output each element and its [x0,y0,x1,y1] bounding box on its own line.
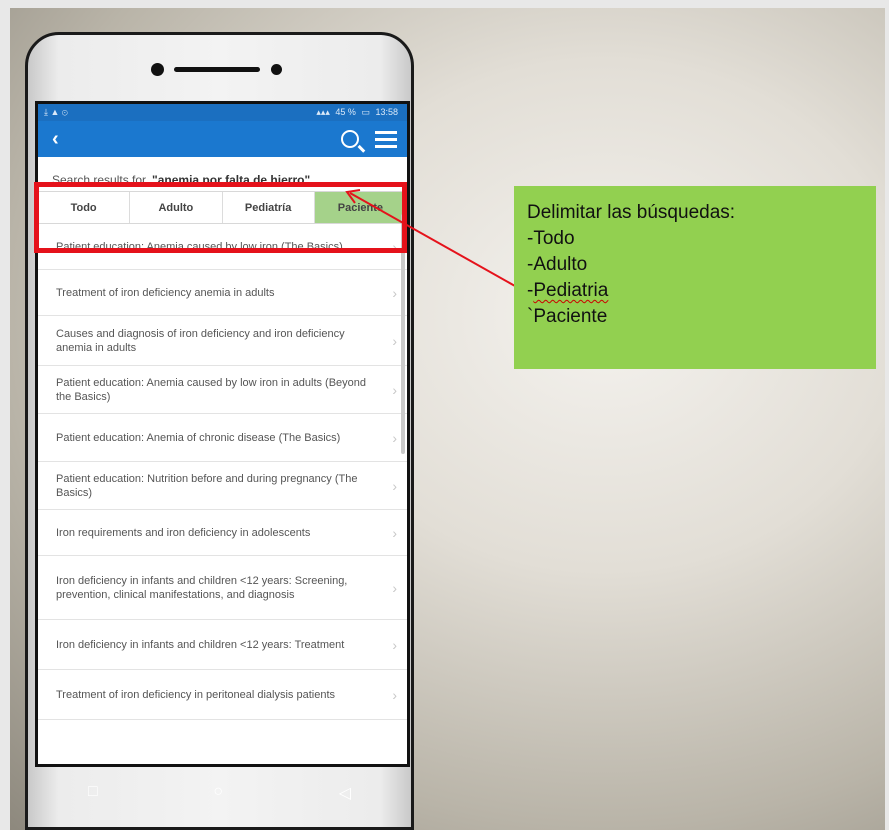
callout-line-paciente: `Paciente [527,306,608,327]
annotation-arrow [345,189,516,287]
annotation-callout: Delimitar las búsquedas: -Todo -Adulto -… [514,186,876,369]
callout-line-todo: -Todo [527,228,575,249]
callout-title: Delimitar las búsquedas: [527,202,736,223]
callout-line-pediatria: -Pediatria [527,278,876,304]
callout-line-adulto: -Adulto [527,254,588,275]
callout-word-pediatria: Pediatria [533,280,609,301]
